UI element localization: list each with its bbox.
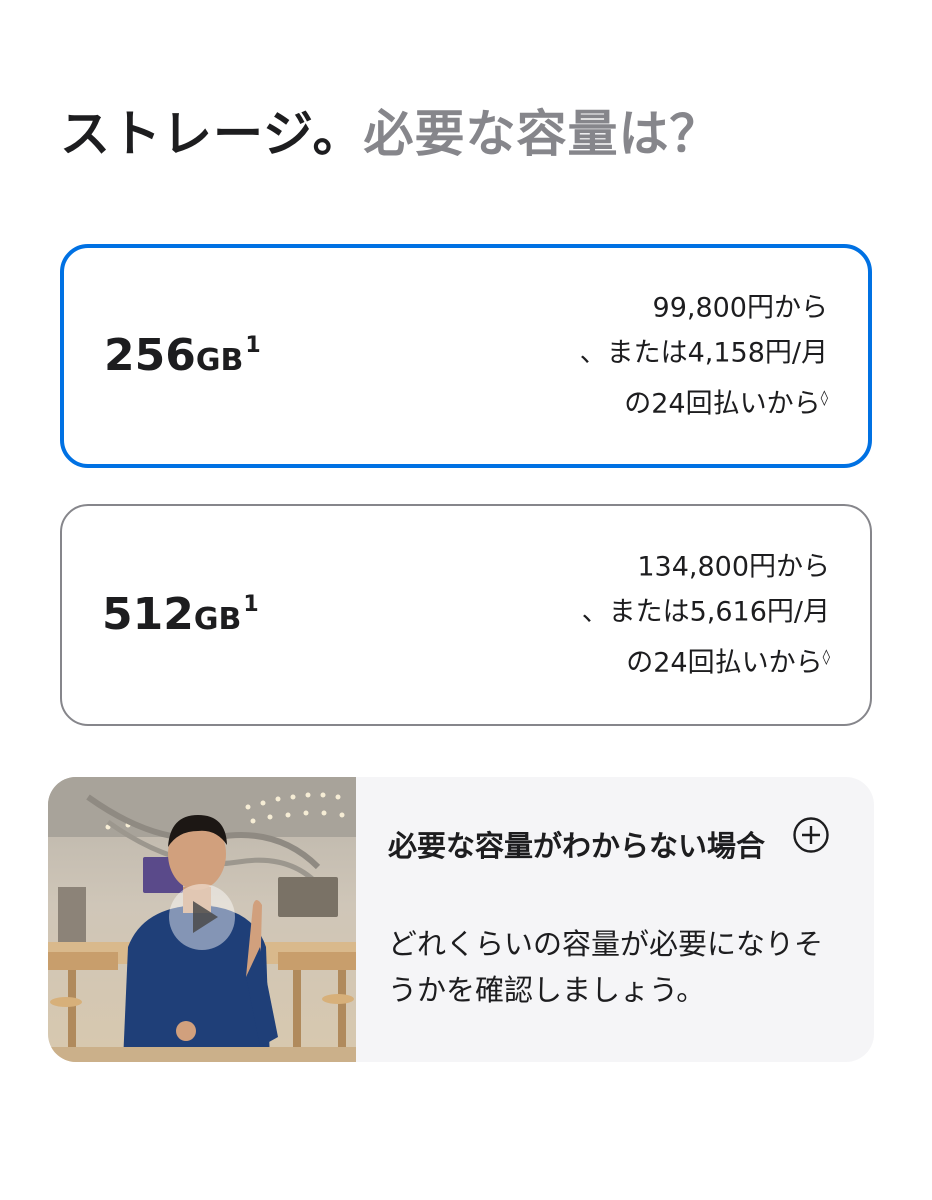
capacity-label: 256GB1: [104, 334, 261, 378]
video-thumbnail[interactable]: [48, 777, 356, 1062]
capacity-label: 512GB1: [102, 593, 259, 637]
help-title: 必要な容量がわからない場合: [388, 829, 766, 863]
capacity-unit: GB: [195, 343, 244, 378]
help-description: どれくらいの容量が必要になりそうかを確認しましょう。: [388, 927, 824, 1007]
storage-help-card[interactable]: 必要な容量がわからない場合 どれくらいの容量が必要になりそうかを確認しましょう。: [48, 777, 874, 1062]
footnote-marker[interactable]: 1: [245, 333, 260, 358]
price-line-full: 134,800円から: [637, 551, 830, 583]
price-info: 134,800円から 、または5,616円/月 の24回払いから◊: [582, 545, 830, 686]
video-still: [48, 777, 356, 1062]
storage-option-256gb[interactable]: 256GB1 99,800円から 、または4,158円/月 の24回払いから◊: [60, 244, 872, 468]
capacity-number: 256: [104, 330, 196, 381]
plus-circle-icon[interactable]: [792, 816, 830, 854]
capacity-unit: GB: [193, 602, 242, 637]
price-line-monthly: 、または5,616円/月: [581, 596, 830, 628]
page-title-question: 必要な容量は？: [363, 105, 721, 163]
installments-text: の24回払いから: [624, 388, 821, 420]
price-line-monthly: 、または4,158円/月: [579, 337, 828, 369]
capacity-number: 512: [102, 589, 194, 640]
installments-text: の24回払いから: [626, 647, 823, 679]
page-title: ストレージ。必要な容量は？: [60, 102, 721, 166]
price-line-installments: の24回払いから◊: [580, 376, 828, 427]
footnote-marker[interactable]: 1: [243, 592, 258, 617]
price-line-full: 99,800円から: [652, 292, 828, 324]
price-line-installments: の24回払いから◊: [582, 635, 830, 686]
storage-option-512gb[interactable]: 512GB1 134,800円から 、または5,616円/月 の24回払いから◊: [60, 504, 872, 726]
page-title-strong: ストレージ。: [60, 105, 364, 163]
price-info: 99,800円から 、または4,158円/月 の24回払いから◊: [580, 286, 828, 427]
footnote-diamond[interactable]: ◊: [821, 389, 828, 407]
footnote-diamond[interactable]: ◊: [823, 648, 830, 666]
